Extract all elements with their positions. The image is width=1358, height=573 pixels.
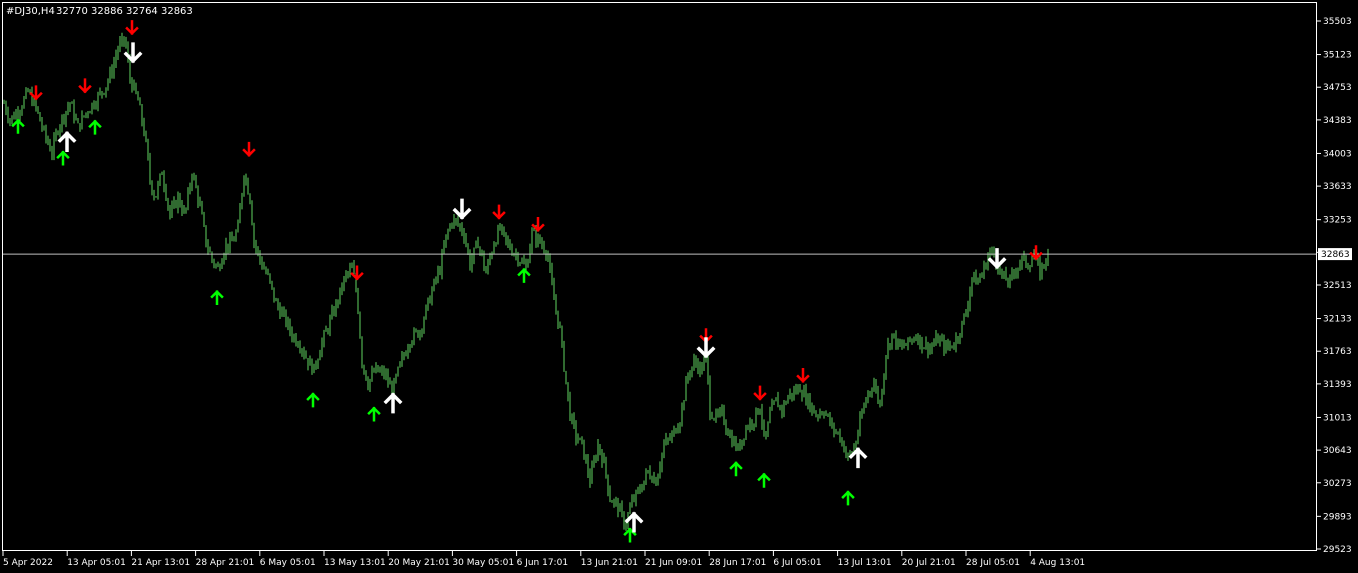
x-tick-label: 4 Aug 13:01: [1030, 558, 1085, 568]
y-tick-label: 32513: [1323, 281, 1352, 291]
y-tick-label: 34003: [1323, 149, 1352, 159]
x-tick-label: 20 May 21:01: [388, 558, 450, 568]
x-tick-label: 13 Jun 21:01: [581, 558, 638, 568]
ohlc-readout: 32770 32886 32764 32863: [56, 6, 193, 17]
x-tick-label: 5 Apr 2022: [3, 558, 53, 568]
x-tick-label: 6 May 05:01: [260, 558, 316, 568]
y-tick-label: 29523: [1323, 545, 1352, 555]
y-tick-label: 34753: [1323, 83, 1352, 93]
y-tick-label: 33253: [1323, 216, 1352, 226]
x-tick-label: 21 Apr 13:01: [131, 558, 190, 568]
x-tick-label: 13 Apr 05:01: [67, 558, 126, 568]
y-tick-label: 35123: [1323, 51, 1352, 61]
x-tick-label: 13 Jul 13:01: [838, 558, 892, 568]
y-tick-label: 32133: [1323, 315, 1352, 325]
x-tick-label: 30 May 05:01: [452, 558, 514, 568]
y-tick-label: 31393: [1323, 380, 1352, 390]
chart-background: [0, 0, 1358, 573]
x-tick-label: 28 Jun 17:01: [709, 558, 766, 568]
x-tick-label: 28 Jul 05:01: [966, 558, 1020, 568]
y-tick-label: 31763: [1323, 347, 1352, 357]
price-chart[interactable]: #DJ30,H4 32770 32886 32764 32863 35503 35…: [0, 0, 1358, 573]
current-price-label: 32863: [1318, 248, 1352, 261]
y-tick-label: 29893: [1323, 512, 1352, 522]
x-tick-label: 6 Jun 17:01: [517, 558, 568, 568]
x-tick-label: 20 Jul 21:01: [902, 558, 956, 568]
y-tick-label: 34383: [1323, 116, 1352, 126]
y-tick-label: 35503: [1323, 17, 1352, 27]
y-tick-label: 33633: [1323, 182, 1352, 192]
x-tick-label: 6 Jul 05:01: [773, 558, 821, 568]
x-tick-label: 21 Jun 09:01: [645, 558, 702, 568]
x-tick-label: 28 Apr 21:01: [196, 558, 255, 568]
svg-text:32863: 32863: [1321, 250, 1350, 260]
symbol-info: #DJ30,H4: [6, 6, 55, 17]
x-tick-label: 13 May 13:01: [324, 558, 386, 568]
y-tick-label: 30643: [1323, 446, 1352, 456]
y-tick-label: 30273: [1323, 479, 1352, 489]
y-tick-label: 31013: [1323, 413, 1352, 423]
